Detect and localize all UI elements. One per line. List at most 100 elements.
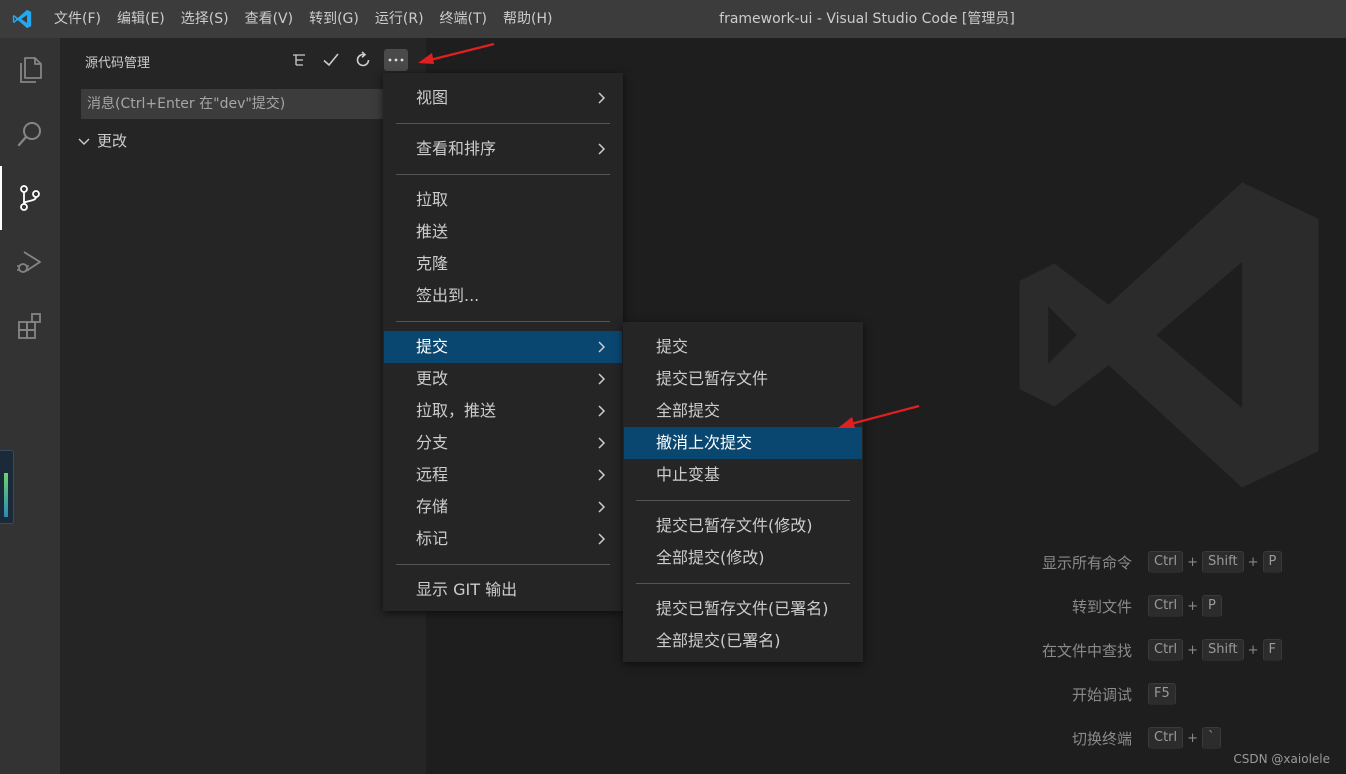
commit-message-input[interactable] — [81, 89, 383, 119]
chevron-right-icon — [598, 533, 606, 545]
menu-item[interactable]: 提交 — [384, 331, 622, 363]
menu-item[interactable]: 全部提交 — [624, 395, 862, 427]
menu-item-label: 提交已暂存文件 — [656, 369, 769, 388]
menu-item-label: 推送 — [416, 222, 449, 241]
menu-item[interactable]: 存储 — [384, 491, 622, 523]
menu-item[interactable]: 转到(G) — [301, 0, 367, 38]
menu-separator — [396, 564, 610, 565]
menu-item[interactable]: 提交已暂存文件(已署名) — [624, 593, 862, 625]
menu-item-label: 查看和排序 — [416, 139, 497, 158]
menu-item[interactable]: 文件(F) — [46, 0, 109, 38]
menu-item-label: 显示 GIT 输出 — [416, 580, 518, 599]
key-cap: Ctrl — [1148, 639, 1184, 661]
menu-item[interactable]: 运行(R) — [367, 0, 432, 38]
menu-item-label: 提交已暂存文件(修改) — [656, 516, 813, 535]
changes-section-header[interactable]: 更改 — [76, 130, 127, 152]
refresh-icon[interactable] — [351, 49, 375, 71]
menu-item[interactable]: 远程 — [384, 459, 622, 491]
vscode-logo-icon[interactable] — [11, 8, 33, 30]
menu-item-label: 存储 — [416, 497, 449, 516]
menu-separator — [636, 583, 850, 584]
menu-item[interactable]: 克隆 — [384, 248, 622, 280]
check-icon[interactable] — [319, 49, 343, 71]
source-control-icon[interactable] — [0, 166, 60, 230]
chevron-right-icon — [598, 341, 606, 353]
menu-item[interactable]: 提交 — [624, 331, 862, 363]
menu-item-label: 签出到... — [416, 286, 480, 305]
shortcut-label: 转到文件 — [1071, 597, 1132, 616]
menu-item[interactable]: 更改 — [384, 363, 622, 395]
key-cap: Ctrl — [1148, 551, 1184, 573]
plus-sign: + — [1247, 642, 1259, 658]
more-actions-icon[interactable] — [384, 49, 408, 71]
menu-separator — [396, 321, 610, 322]
menu-item[interactable]: 帮助(H) — [495, 0, 560, 38]
key-cap: P — [1262, 551, 1283, 573]
chevron-right-icon — [598, 373, 606, 385]
menu-item[interactable]: 显示 GIT 输出 — [384, 574, 622, 606]
menu-item[interactable]: 拉取 — [384, 184, 622, 216]
menu-item-label: 全部提交 — [656, 401, 721, 420]
key-cap: Ctrl — [1148, 727, 1184, 749]
menu-item[interactable]: 查看(V) — [237, 0, 302, 38]
explorer-icon[interactable] — [0, 38, 60, 102]
activity-bar — [0, 38, 60, 774]
audio-meter — [0, 450, 14, 524]
shortcut-row: 在文件中查找 Ctrl + Shift + F — [1000, 638, 1300, 662]
shortcut-row: 显示所有命令 Ctrl + Shift + P — [1000, 550, 1300, 574]
menu-item[interactable]: 全部提交(已署名) — [624, 625, 862, 657]
menu-separator — [396, 123, 610, 124]
menu-bar: 文件(F) 编辑(E) 选择(S) 查看(V) 转到(G) 运行(R) 终端(T) 帮助(H) — [46, 0, 560, 38]
menu-item-label: 提交已暂存文件(已署名) — [656, 599, 829, 618]
shortcut-row: 开始调试 F5 — [1000, 682, 1300, 706]
menu-item-label: 更改 — [416, 369, 449, 388]
menu-item[interactable]: 终端(T) — [432, 0, 495, 38]
vscode-watermark-icon — [1019, 182, 1319, 488]
annotation-arrow-icon — [838, 404, 920, 428]
menu-item[interactable]: 推送 — [384, 216, 622, 248]
shortcut-label: 开始调试 — [1071, 685, 1132, 704]
run-debug-icon[interactable] — [0, 230, 60, 294]
menu-item[interactable]: 视图 — [384, 82, 622, 114]
menu-item[interactable]: 撤消上次提交 — [624, 427, 862, 459]
key-cap: Shift — [1202, 551, 1244, 573]
menu-item-label: 远程 — [416, 465, 449, 484]
scm-more-actions-menu: 视图查看和排序拉取推送克隆签出到... 提交更改拉取，推送分支远程存储标记显示 G… — [383, 73, 623, 611]
plus-sign: + — [1187, 642, 1199, 658]
changes-label: 更改 — [97, 132, 128, 150]
menu-item[interactable]: 签出到... — [384, 280, 622, 312]
menu-item[interactable]: 分支 — [384, 427, 622, 459]
chevron-right-icon — [598, 469, 606, 481]
shortcut-label: 显示所有命令 — [1041, 553, 1132, 572]
menu-item[interactable]: 中止变基 — [624, 459, 862, 491]
menu-item[interactable]: 编辑(E) — [109, 0, 173, 38]
search-icon[interactable] — [0, 102, 60, 166]
panel-title: 源代码管理 — [85, 56, 151, 71]
extensions-icon[interactable] — [0, 294, 60, 358]
menu-item-label: 拉取，推送 — [416, 401, 497, 420]
chevron-right-icon — [598, 143, 606, 155]
menu-item[interactable]: 选择(S) — [173, 0, 237, 38]
menu-item-label: 视图 — [416, 88, 449, 107]
annotation-arrow-icon — [418, 42, 495, 64]
menu-separator — [636, 500, 850, 501]
plus-sign: + — [1187, 554, 1199, 570]
menu-item-label: 提交 — [416, 337, 449, 356]
menu-item[interactable]: 拉取，推送 — [384, 395, 622, 427]
menu-item[interactable]: 提交已暂存文件(修改) — [624, 510, 862, 542]
key-cap: ` — [1202, 727, 1221, 749]
menu-item-label: 分支 — [416, 433, 449, 452]
chevron-right-icon — [598, 437, 606, 449]
menu-item[interactable]: 提交已暂存文件 — [624, 363, 862, 395]
menu-item-label: 全部提交(已署名) — [656, 631, 781, 650]
menu-item[interactable]: 全部提交(修改) — [624, 542, 862, 574]
source-control-panel: 源代码管理 更改 — [60, 38, 426, 774]
menu-item[interactable]: 查看和排序 — [384, 133, 622, 165]
plus-sign: + — [1187, 598, 1199, 614]
menu-item[interactable]: 标记 — [384, 523, 622, 555]
key-cap: Shift — [1202, 639, 1244, 661]
menu-item-label: 标记 — [416, 529, 449, 548]
shortcut-label: 在文件中查找 — [1041, 641, 1132, 660]
key-cap: F — [1262, 639, 1282, 661]
tree-view-icon[interactable] — [287, 49, 311, 71]
